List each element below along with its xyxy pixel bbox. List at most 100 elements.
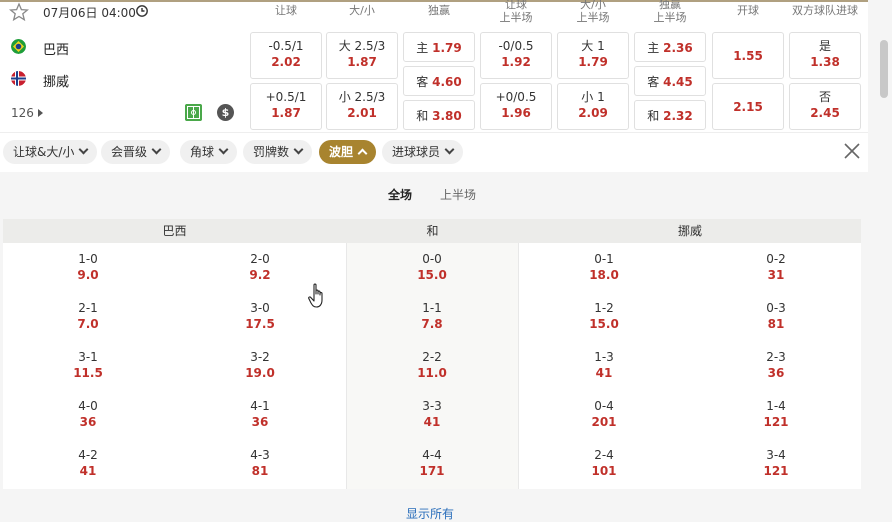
score-label: 4-1 — [250, 399, 270, 413]
score-odds: 41 — [595, 366, 613, 380]
tab-full-time[interactable]: 全场 — [388, 186, 412, 203]
score-cell[interactable]: 2-2 11.0 — [387, 350, 477, 381]
home-team-name[interactable]: 巴西 — [43, 39, 69, 58]
score-label: 1-4 — [766, 399, 786, 413]
filter-corners[interactable]: 角球 — [180, 140, 238, 164]
odds-label: 小 1 — [581, 90, 605, 104]
odds-cell-h1-handicap-away[interactable]: +0/0.5 1.96 — [480, 83, 552, 130]
score-cell[interactable]: 3-3 41 — [387, 399, 477, 430]
score-cell[interactable]: 0-4 201 — [559, 399, 649, 430]
score-cell[interactable]: 2-0 9.2 — [215, 252, 305, 283]
filter-label: 会晋级 — [111, 145, 148, 159]
more-markets-link[interactable]: 126 — [11, 106, 43, 120]
dollar-icon[interactable]: $ — [217, 104, 234, 121]
odds-cell-btts-no[interactable]: 否 2.45 — [789, 83, 861, 130]
odds-value: 2.09 — [578, 106, 608, 120]
score-cell[interactable]: 0-3 81 — [731, 301, 821, 332]
tab-first-half[interactable]: 上半场 — [440, 186, 476, 203]
score-cell[interactable]: 2-3 36 — [731, 350, 821, 381]
filter-label: 角球 — [190, 145, 215, 159]
odds-cell-ml-draw[interactable]: 和 3.80 — [403, 100, 475, 130]
grid-header: 巴西 和 挪威 — [3, 219, 861, 243]
odds-label: 客 — [647, 75, 660, 89]
scrollbar-thumb[interactable] — [880, 40, 888, 98]
odds-cell-ml-away[interactable]: 客 4.60 — [403, 66, 475, 96]
score-cell[interactable]: 3-2 19.0 — [215, 350, 305, 381]
match-card: 07月06日 04:00 巴西 挪威 126 $ 让球 大/小 独赢 让球 上半… — [0, 0, 868, 132]
score-label: 3-3 — [422, 399, 442, 413]
close-icon[interactable] — [843, 142, 861, 160]
score-cell[interactable]: 4-1 36 — [215, 399, 305, 430]
score-odds: 18.0 — [589, 268, 619, 282]
score-odds: 121 — [763, 415, 789, 429]
score-cell[interactable]: 0-0 15.0 — [387, 252, 477, 283]
match-odds-page: 07月06日 04:00 巴西 挪威 126 $ 让球 大/小 独赢 让球 上半… — [0, 0, 892, 522]
score-cell[interactable]: 3-4 121 — [731, 448, 821, 479]
score-cell[interactable]: 0-2 31 — [731, 252, 821, 283]
filter-to-qualify[interactable]: 会晋级 — [101, 140, 171, 164]
filter-goalscorers[interactable]: 进球球员 — [382, 140, 464, 164]
score-cell[interactable]: 4-4 171 — [387, 448, 477, 479]
score-label: 4-3 — [250, 448, 270, 462]
odds-cell-over[interactable]: 大 2.5/3 1.87 — [326, 32, 398, 79]
score-odds: 11.5 — [73, 366, 103, 380]
odds-cell-kickoff-2[interactable]: 2.15 — [712, 83, 784, 130]
chevron-down-icon — [78, 144, 89, 155]
score-cell[interactable]: 1-3 41 — [559, 350, 649, 381]
score-label: 4-2 — [78, 448, 98, 462]
odds-cell-kickoff-1[interactable]: 1.55 — [712, 32, 784, 79]
score-cell[interactable]: 2-4 101 — [559, 448, 649, 479]
odds-cell-ml-home[interactable]: 主 1.79 — [403, 32, 475, 62]
odds-cell-handicap-away[interactable]: +0.5/1 1.87 — [250, 83, 322, 130]
favorite-star-icon[interactable] — [9, 2, 29, 22]
odds-label: +0/0.5 — [495, 90, 537, 104]
odds-value: 1.87 — [271, 106, 301, 120]
col-header-moneyline: 独赢 — [428, 4, 450, 17]
away-team-name[interactable]: 挪威 — [43, 71, 69, 90]
score-odds: 15.0 — [417, 268, 447, 282]
score-odds: 9.2 — [249, 268, 271, 282]
odds-cell-handicap-home[interactable]: -0.5/1 2.02 — [250, 32, 322, 79]
market-filter-bar: 让球&大/小 会晋级 角球 罚牌数 波胆 进球球员 — [0, 132, 868, 172]
odds-cell-h1-handicap-home[interactable]: -0/0.5 1.92 — [480, 32, 552, 79]
pitch-stats-icon[interactable] — [185, 104, 202, 121]
odds-cell-h1-under[interactable]: 小 1 2.09 — [557, 83, 629, 130]
odds-cell-h1-ml-draw[interactable]: 和 2.32 — [634, 100, 706, 130]
score-label: 3-4 — [766, 448, 786, 462]
score-cell[interactable]: 1-4 121 — [731, 399, 821, 430]
odds-cell-h1-ml-away[interactable]: 客 4.45 — [634, 66, 706, 96]
odds-cell-h1-over[interactable]: 大 1 1.79 — [557, 32, 629, 79]
score-label: 2-4 — [594, 448, 614, 462]
odds-value: 4.45 — [663, 75, 693, 89]
show-all-link[interactable]: 显示所有 — [406, 505, 454, 522]
group-home-label: 巴西 — [162, 224, 187, 238]
live-clock-icon — [136, 5, 148, 17]
odds-label: 和 — [416, 109, 429, 123]
filter-handicap-ou[interactable]: 让球&大/小 — [3, 140, 98, 164]
score-cell[interactable]: 2-1 7.0 — [43, 301, 133, 332]
filter-cards[interactable]: 罚牌数 — [243, 140, 313, 164]
score-label: 0-4 — [594, 399, 614, 413]
match-datetime: 07月06日 04:00 — [43, 6, 136, 20]
score-cell[interactable]: 4-3 81 — [215, 448, 305, 479]
score-cell[interactable]: 4-0 36 — [43, 399, 133, 430]
score-label: 3-0 — [250, 301, 270, 315]
odds-cell-btts-yes[interactable]: 是 1.38 — [789, 32, 861, 79]
score-cell[interactable]: 0-1 18.0 — [559, 252, 649, 283]
odds-cell-h1-ml-home[interactable]: 主 2.36 — [634, 32, 706, 62]
odds-value: 4.60 — [432, 75, 462, 89]
odds-value: 3.80 — [432, 109, 462, 123]
filter-correct-score[interactable]: 波胆 — [319, 140, 377, 164]
score-cell[interactable]: 3-1 11.5 — [43, 350, 133, 381]
odds-value: 2.36 — [663, 41, 693, 55]
score-cell[interactable]: 3-0 17.5 — [215, 301, 305, 332]
score-cell[interactable]: 1-0 9.0 — [43, 252, 133, 283]
correct-score-grid: 巴西 和 挪威 1-0 9.0 2-1 7.0 3-1 11.5 4-0 36 4-2 41 2-0… — [3, 219, 861, 489]
score-cell[interactable]: 1-1 7.8 — [387, 301, 477, 332]
odds-cell-under[interactable]: 小 2.5/3 2.01 — [326, 83, 398, 130]
score-cell[interactable]: 4-2 41 — [43, 448, 133, 479]
score-odds: 15.0 — [589, 317, 619, 331]
chevron-up-icon — [357, 148, 368, 159]
score-odds: 31 — [767, 268, 785, 282]
score-cell[interactable]: 1-2 15.0 — [559, 301, 649, 332]
